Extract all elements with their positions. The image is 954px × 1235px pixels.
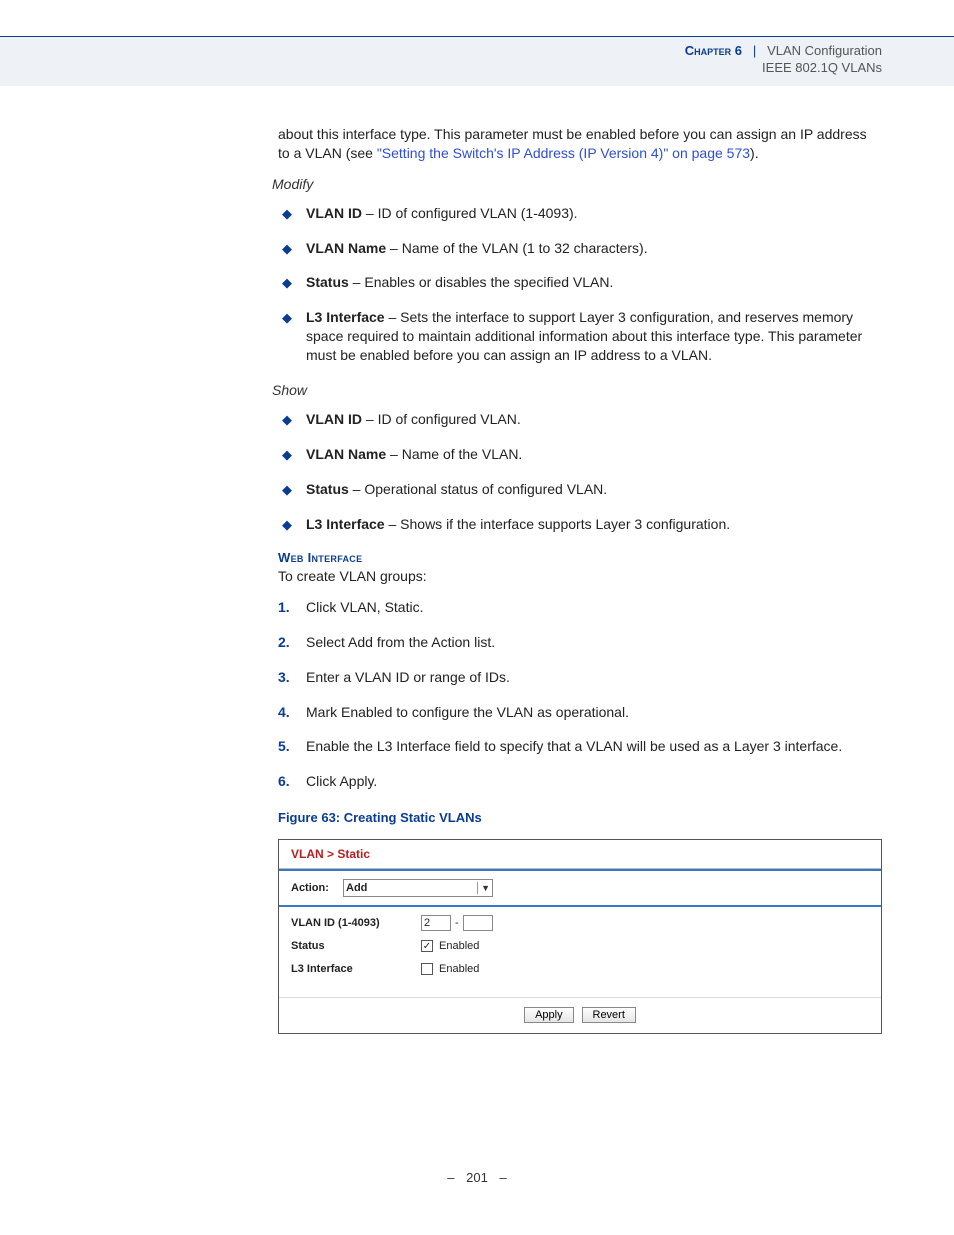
step-item: Select Add from the Action list. xyxy=(278,633,882,652)
action-label: Action: xyxy=(291,881,335,896)
show-list: VLAN ID – ID of configured VLAN. VLAN Na… xyxy=(278,410,882,534)
modify-heading: Modify xyxy=(272,175,882,194)
list-item: VLAN ID – ID of configured VLAN. xyxy=(278,410,882,429)
vlan-id-row: VLAN ID (1-4093) 2 - xyxy=(291,915,869,931)
page-content: about this interface type. This paramete… xyxy=(278,125,882,1034)
list-item: VLAN Name – Name of the VLAN (1 to 32 ch… xyxy=(278,239,882,258)
list-item: VLAN ID – ID of configured VLAN (1-4093)… xyxy=(278,204,882,223)
term: L3 Interface xyxy=(306,309,385,325)
list-item: Status – Enables or disables the specifi… xyxy=(278,273,882,292)
desc: – Name of the VLAN. xyxy=(386,446,522,462)
term: VLAN Name xyxy=(306,446,386,462)
xref-link[interactable]: "Setting the Switch's IP Address (IP Ver… xyxy=(377,145,750,161)
l3-text: Enabled xyxy=(439,962,479,977)
page-number: 201 xyxy=(466,1170,488,1185)
vlan-id-label: VLAN ID (1-4093) xyxy=(291,916,421,931)
list-item: L3 Interface – Shows if the interface su… xyxy=(278,515,882,534)
web-intro: To create VLAN groups: xyxy=(278,567,882,586)
steps-list: Click VLAN, Static. Select Add from the … xyxy=(278,598,882,791)
desc: – ID of configured VLAN. xyxy=(362,411,521,427)
chevron-down-icon: ▼ xyxy=(477,882,490,894)
l3-checkbox[interactable] xyxy=(421,963,433,975)
step-item: Click VLAN, Static. xyxy=(278,598,882,617)
apply-button[interactable]: Apply xyxy=(524,1007,574,1023)
intro-paragraph: about this interface type. This paramete… xyxy=(278,125,882,163)
list-item: Status – Operational status of configure… xyxy=(278,480,882,499)
intro-text-b: ). xyxy=(750,145,759,161)
chapter-title: VLAN Configuration xyxy=(767,43,882,58)
page-footer: – 201 – xyxy=(0,1170,954,1185)
header-separator: | xyxy=(746,43,764,58)
list-item: VLAN Name – Name of the VLAN. xyxy=(278,445,882,464)
web-interface-heading: Web Interface xyxy=(278,549,882,567)
term: Status xyxy=(306,481,349,497)
form-area: VLAN ID (1-4093) 2 - Status ✓ Enabled L3… xyxy=(279,907,881,997)
show-heading: Show xyxy=(272,381,882,400)
button-bar: Apply Revert xyxy=(279,997,881,1033)
revert-button[interactable]: Revert xyxy=(582,1007,636,1023)
action-select[interactable]: Add ▼ xyxy=(343,879,493,897)
l3-label: L3 Interface xyxy=(291,962,421,977)
embedded-screenshot: VLAN > Static Action: Add ▼ VLAN ID (1-4… xyxy=(278,839,882,1034)
step-item: Enable the L3 Interface field to specify… xyxy=(278,737,882,756)
footer-dash: – xyxy=(447,1170,454,1185)
range-dash: - xyxy=(455,916,459,931)
step-item: Click Apply. xyxy=(278,772,882,791)
term: VLAN Name xyxy=(306,240,386,256)
desc: – Operational status of configured VLAN. xyxy=(349,481,607,497)
page-header: Chapter 6 | VLAN Configuration IEEE 802.… xyxy=(0,36,954,86)
status-row: Status ✓ Enabled xyxy=(291,939,869,954)
status-label: Status xyxy=(291,939,421,954)
term: VLAN ID xyxy=(306,411,362,427)
action-bar: Action: Add ▼ xyxy=(279,869,881,907)
step-item: Enter a VLAN ID or range of IDs. xyxy=(278,668,882,687)
vlan-id-from-input[interactable]: 2 xyxy=(421,915,451,931)
status-checkbox[interactable]: ✓ xyxy=(421,940,433,952)
figure-caption: Figure 63: Creating Static VLANs xyxy=(278,809,882,827)
list-item: L3 Interface – Sets the interface to sup… xyxy=(278,308,882,365)
chapter-label: Chapter 6 xyxy=(685,43,742,58)
l3-row: L3 Interface Enabled xyxy=(291,962,869,977)
term: VLAN ID xyxy=(306,205,362,221)
chapter-subtitle: IEEE 802.1Q VLANs xyxy=(762,58,882,75)
modify-list: VLAN ID – ID of configured VLAN (1-4093)… xyxy=(278,204,882,365)
desc: – Name of the VLAN (1 to 32 characters). xyxy=(386,240,647,256)
desc: – Shows if the interface supports Layer … xyxy=(385,516,731,532)
footer-dash: – xyxy=(499,1170,506,1185)
desc: – ID of configured VLAN (1-4093). xyxy=(362,205,578,221)
term: Status xyxy=(306,274,349,290)
status-text: Enabled xyxy=(439,939,479,954)
breadcrumb: VLAN > Static xyxy=(279,840,881,869)
step-item: Mark Enabled to configure the VLAN as op… xyxy=(278,703,882,722)
term: L3 Interface xyxy=(306,516,385,532)
action-value: Add xyxy=(346,881,367,896)
vlan-id-to-input[interactable] xyxy=(463,915,493,931)
desc: – Sets the interface to support Layer 3 … xyxy=(306,309,862,363)
desc: – Enables or disables the specified VLAN… xyxy=(349,274,614,290)
